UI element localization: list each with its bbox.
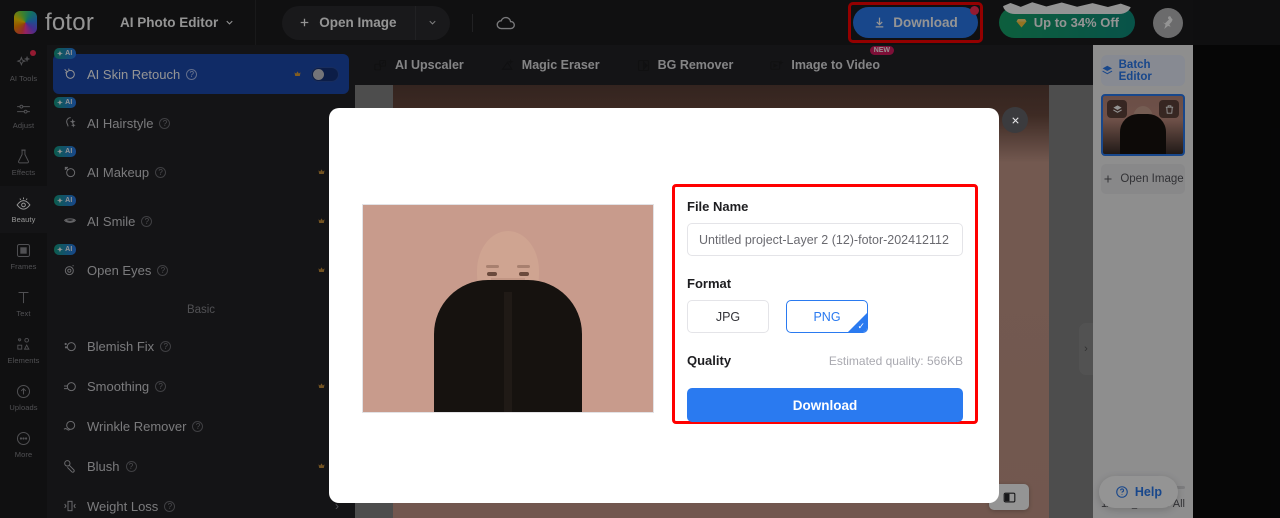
format-option-label: JPG bbox=[715, 309, 741, 324]
modal-close-button[interactable] bbox=[1002, 107, 1028, 133]
download-modal: File Name Untitled project-Layer 2 (12)-… bbox=[329, 108, 999, 503]
quality-estimate: Estimated quality: 566KB bbox=[828, 353, 963, 368]
export-preview-image bbox=[362, 204, 654, 413]
format-label: Format bbox=[687, 276, 732, 291]
preview-brow-left bbox=[486, 265, 499, 268]
preview-eye-right bbox=[519, 272, 529, 276]
quality-row: Quality Estimated quality: 566KB bbox=[687, 353, 963, 368]
close-icon bbox=[1011, 116, 1019, 124]
check-icon: ✓ bbox=[857, 321, 865, 331]
preview-shirt bbox=[434, 280, 582, 412]
preview-shirt-placket bbox=[504, 292, 512, 412]
modal-download-button[interactable]: Download bbox=[687, 388, 963, 422]
format-option-jpg[interactable]: JPG bbox=[687, 300, 769, 333]
preview-brow-right bbox=[517, 265, 530, 268]
fotor-photo-editor-window: fotor AI Photo Editor Open Image Downloa… bbox=[0, 0, 1280, 518]
modal-download-label: Download bbox=[792, 397, 858, 413]
format-option-png[interactable]: PNG ✓ bbox=[786, 300, 868, 333]
file-name-label: File Name bbox=[687, 199, 749, 214]
format-options: JPG PNG ✓ bbox=[687, 300, 963, 333]
file-name-input[interactable]: Untitled project-Layer 2 (12)-fotor-2024… bbox=[687, 223, 963, 256]
quality-label: Quality bbox=[687, 353, 732, 368]
export-settings-form: File Name Untitled project-Layer 2 (12)-… bbox=[687, 199, 963, 422]
format-option-label: PNG bbox=[813, 309, 841, 324]
preview-eye-left bbox=[487, 272, 497, 276]
